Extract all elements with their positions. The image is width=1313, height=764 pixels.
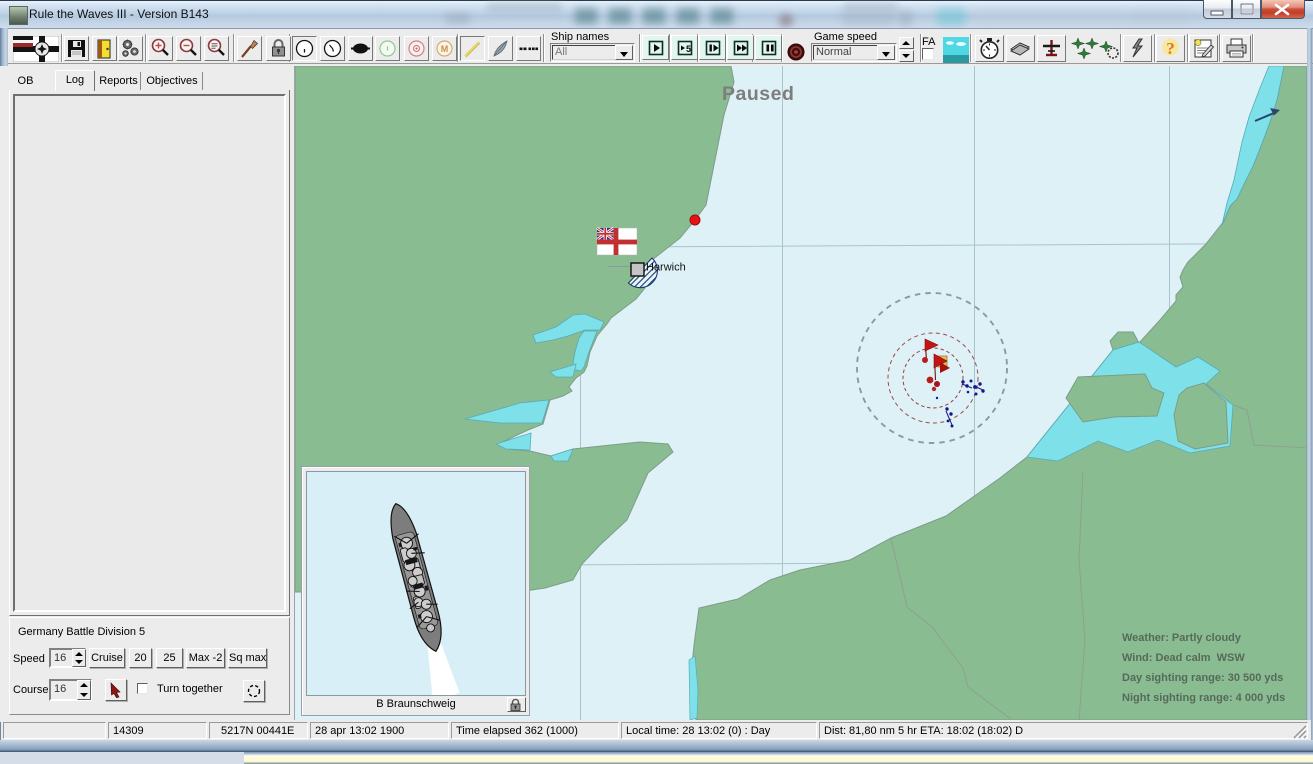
svg-text:Harwich: Harwich xyxy=(646,262,686,274)
svg-text:Weather: Partly cloudy: Weather: Partly cloudy xyxy=(1122,632,1242,644)
svg-text:Day sighting range: 30 500 yds: Day sighting range: 30 500 yds xyxy=(1122,672,1283,684)
svg-text:?: ? xyxy=(1166,39,1175,58)
svg-text:Wind: Dead calm WSW: Wind: Dead calm WSW xyxy=(1122,652,1245,664)
svg-text:M: M xyxy=(441,44,449,54)
svg-text:Paused: Paused xyxy=(722,83,794,105)
svg-text:5: 5 xyxy=(686,44,691,54)
svg-text:Night sighting range: 4 000 yd: Night sighting range: 4 000 yds xyxy=(1122,692,1285,704)
